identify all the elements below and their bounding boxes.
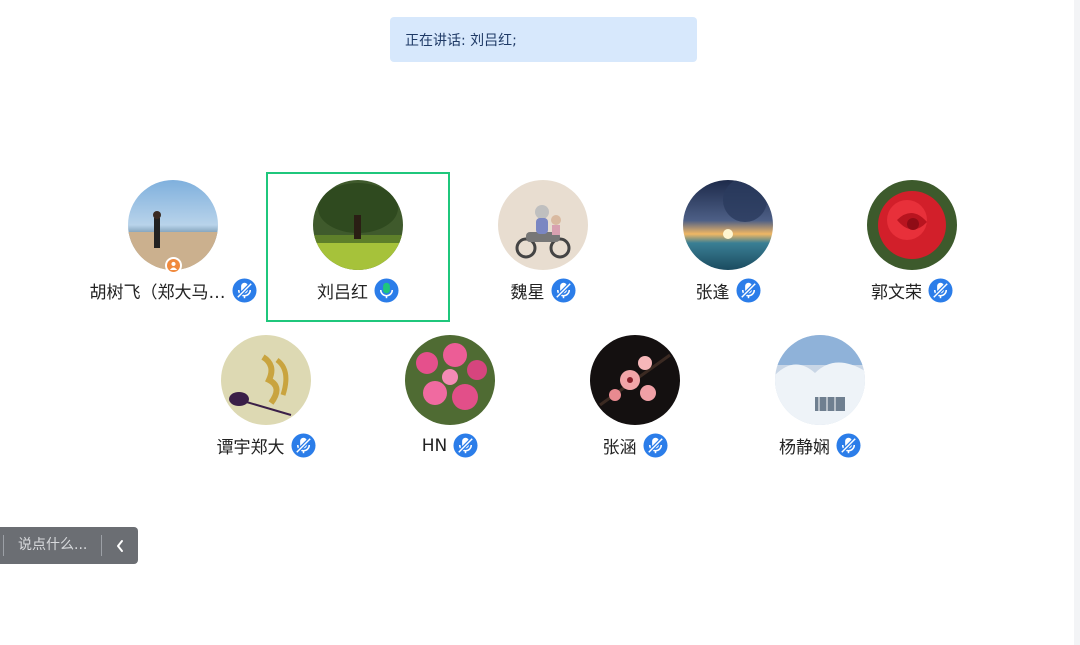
mic-icon[interactable] xyxy=(290,433,316,458)
right-edge xyxy=(1074,0,1080,645)
participant-avatar xyxy=(867,180,957,270)
participant-avatar xyxy=(590,335,680,425)
chat-input[interactable]: 说点什么... xyxy=(18,535,96,556)
mic-icon[interactable] xyxy=(231,278,257,303)
participant-tile[interactable]: 杨静娴 xyxy=(728,327,912,477)
participant-avatar xyxy=(498,180,588,270)
participant-name: 谭宇郑大 xyxy=(216,438,285,458)
speaking-banner: 正在讲话: 刘吕红; xyxy=(390,17,697,62)
participant-tile[interactable]: 郭文荣 xyxy=(820,172,1004,322)
participant-tile[interactable]: 谭宇郑大 xyxy=(174,327,358,477)
speaking-text: 正在讲话: 刘吕红; xyxy=(405,32,517,49)
participant-tile[interactable]: 张逢 xyxy=(636,172,820,322)
mic-icon[interactable] xyxy=(550,278,576,303)
participant-name: 魏星 xyxy=(510,283,545,303)
chevron-left-icon[interactable] xyxy=(108,535,132,556)
participant-name: 张涵 xyxy=(602,438,637,458)
participant-name: 杨静娴 xyxy=(779,438,830,458)
participant-name: 胡树飞（郑大马… xyxy=(89,283,226,303)
participant-tile-active[interactable]: 刘吕红 xyxy=(266,172,450,322)
chat-bar: 说点什么... xyxy=(0,527,138,564)
participant-name: HN xyxy=(421,435,448,456)
participant-name: 郭文荣 xyxy=(871,283,922,303)
participant-avatar xyxy=(775,335,865,425)
participant-name: 刘吕红 xyxy=(317,283,368,303)
participant-avatar xyxy=(313,180,403,270)
participant-avatar xyxy=(683,180,773,270)
mic-icon[interactable] xyxy=(928,278,953,303)
mic-speaking-icon[interactable] xyxy=(374,278,399,303)
participant-avatar xyxy=(221,335,311,425)
mic-icon[interactable] xyxy=(735,278,761,303)
mic-icon[interactable] xyxy=(836,433,861,458)
host-badge-icon xyxy=(165,257,182,274)
participant-tile[interactable]: 胡树飞（郑大马… xyxy=(81,172,265,322)
mic-icon[interactable] xyxy=(642,433,668,458)
mic-icon[interactable] xyxy=(453,433,478,458)
participant-tile[interactable]: 张涵 xyxy=(543,327,727,477)
divider xyxy=(3,535,4,556)
participant-tile[interactable]: 魏星 xyxy=(451,172,635,322)
participant-tile[interactable]: HN xyxy=(358,327,542,477)
divider xyxy=(101,535,102,556)
participant-avatar xyxy=(405,335,495,425)
participant-name: 张逢 xyxy=(695,283,730,303)
